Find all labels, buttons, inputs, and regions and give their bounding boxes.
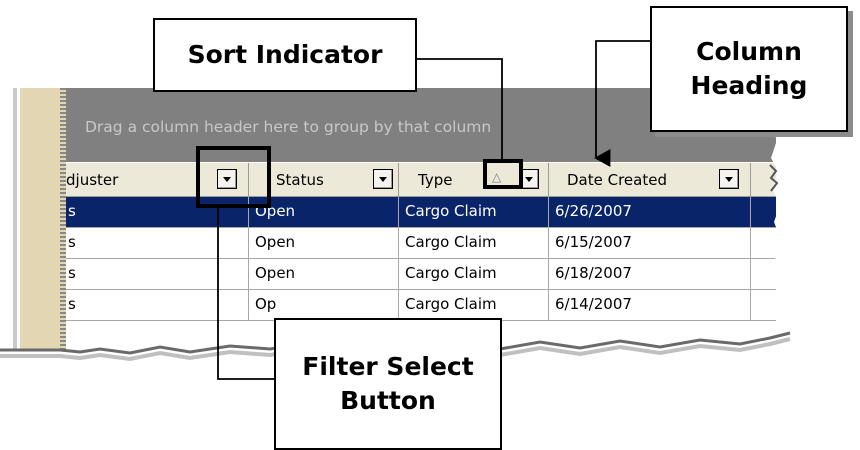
column-heading-callout: Column Heading (650, 6, 848, 132)
sort-indicator-callout: Sort Indicator (153, 18, 417, 92)
callout-text: Column (696, 37, 802, 67)
callout-text: Heading (690, 71, 808, 100)
annotated-screenshot: Drag a column header here to group by th… (0, 0, 860, 450)
callout-text: Filter Select (302, 352, 474, 382)
callout-text: Sort Indicator (187, 40, 383, 70)
callout-text: Button (340, 386, 436, 415)
filter-select-callout: Filter Select Button (274, 318, 502, 450)
